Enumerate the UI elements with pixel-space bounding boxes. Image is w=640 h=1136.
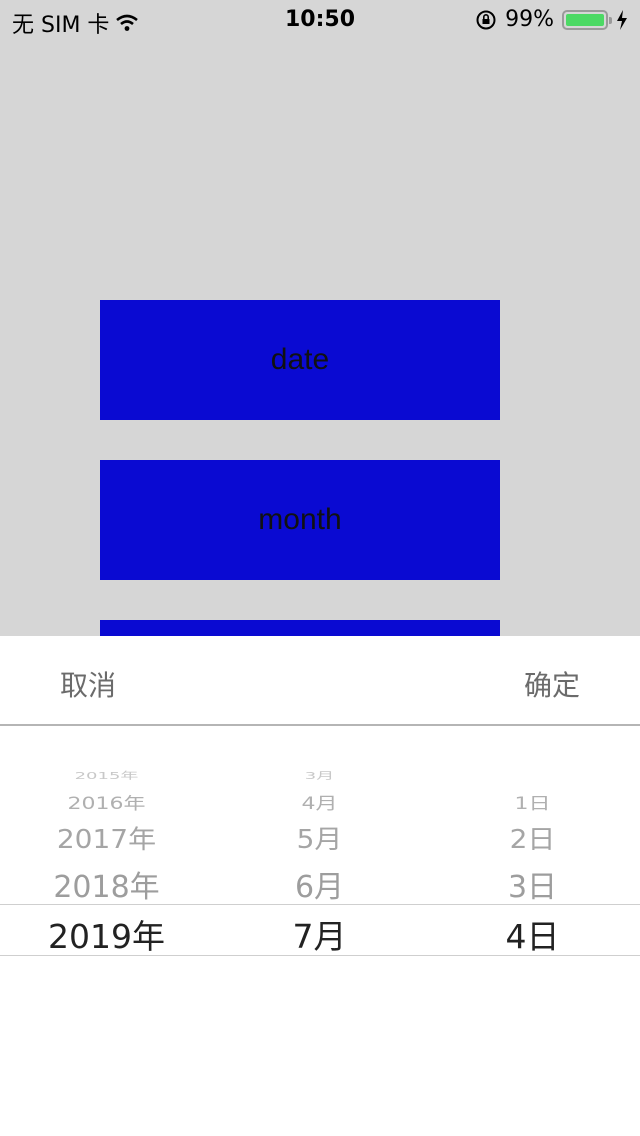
cancel-button[interactable]: 取消 — [60, 664, 116, 704]
charging-bolt-icon — [617, 9, 627, 30]
year-column[interactable]: 2015年 2016年 2017年 2018年 2019年 — [0, 728, 213, 1136]
month-option[interactable]: 6月 — [213, 862, 426, 906]
day-column[interactable]: 1日 2日 3日 4日 — [426, 728, 639, 1136]
day-option[interactable]: 2日 — [426, 820, 639, 857]
month-option-selected[interactable]: 7月 — [213, 910, 426, 958]
year-option[interactable]: 2015年 — [0, 768, 213, 782]
battery-percent: 99% — [505, 7, 554, 32]
day-option[interactable]: 3日 — [426, 862, 639, 906]
orientation-lock-icon — [476, 10, 496, 29]
status-right: 99% — [475, 7, 628, 32]
status-bar: 无 SIM 卡 10:50 99% — [0, 0, 640, 40]
year-option[interactable]: 2018年 — [0, 862, 213, 906]
battery-tip — [609, 16, 612, 24]
month-option[interactable]: 5月 — [213, 820, 426, 857]
year-option-selected[interactable]: 2019年 — [0, 910, 213, 958]
year-option[interactable]: 2017年 — [0, 820, 213, 857]
month-option[interactable]: 4月 — [213, 790, 426, 814]
date-button[interactable]: date — [100, 300, 500, 420]
date-picker[interactable]: 2015年 2016年 2017年 2018年 2019年 3月 4月 5月 6… — [0, 728, 640, 1136]
day-option[interactable]: 1日 — [426, 790, 639, 814]
date-picker-sheet: 取消 确定 2015年 2016年 2017年 2018年 2019年 3月 4… — [0, 636, 640, 1136]
month-option[interactable]: 3月 — [213, 768, 426, 782]
month-column[interactable]: 3月 4月 5月 6月 7月 — [213, 728, 426, 1136]
battery-icon — [562, 9, 612, 30]
picker-toolbar: 取消 确定 — [0, 636, 640, 726]
confirm-button[interactable]: 确定 — [524, 664, 580, 704]
year-option[interactable]: 2016年 — [0, 790, 213, 814]
month-button[interactable]: month — [100, 460, 500, 580]
battery-fill — [566, 13, 604, 26]
day-option-selected[interactable]: 4日 — [426, 910, 639, 958]
